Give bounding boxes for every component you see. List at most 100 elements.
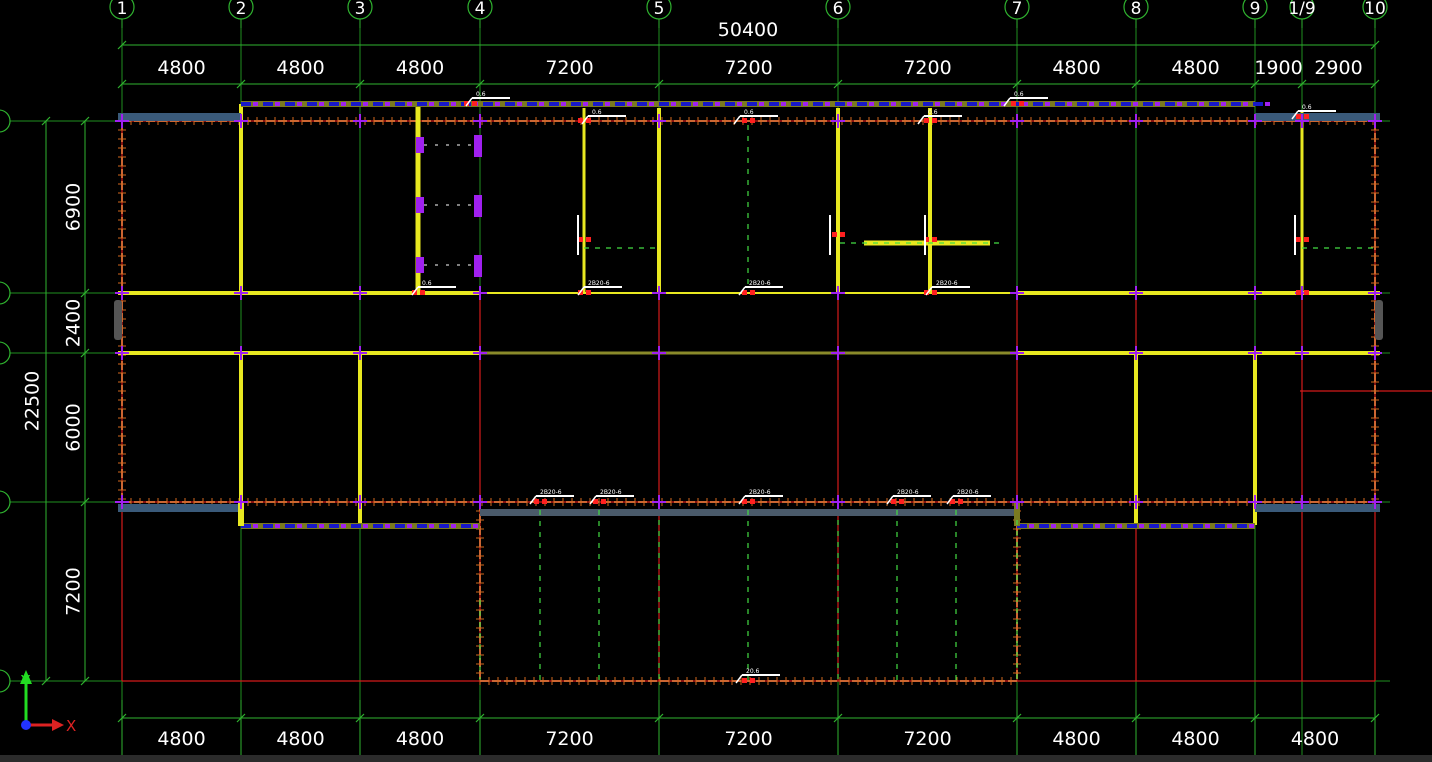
- axis-bubble-icon: 8: [1123, 0, 1149, 28]
- wall-hatch: [879, 102, 889, 106]
- axis-bubble-icon: 2: [228, 0, 254, 28]
- bottom-dim-label: 4800: [396, 728, 444, 750]
- wall-hatch: [791, 102, 801, 106]
- wall-hatch: [891, 102, 896, 106]
- wall-band-right-bottom: [1255, 504, 1380, 512]
- end-cap-right: [1375, 300, 1383, 340]
- wall-hatch: [957, 102, 962, 106]
- wall-hatch: [373, 102, 383, 106]
- red-node: [840, 232, 845, 237]
- wall-hatch: [1155, 102, 1160, 106]
- left-dim-label: 2400: [63, 299, 85, 347]
- top-dim-label: 4800: [157, 57, 205, 79]
- wall-hatch: [473, 524, 478, 528]
- axis-bubble-icon: [0, 341, 11, 365]
- wall-hatch: [1077, 102, 1087, 106]
- wall-hatch: [395, 524, 405, 528]
- wall-hatch: [571, 102, 581, 106]
- wall-hatch: [275, 102, 280, 106]
- wall-hatch: [407, 524, 412, 528]
- wall-hatch: [1193, 524, 1203, 528]
- wall-hatch: [539, 102, 544, 106]
- red-node: [1304, 237, 1309, 242]
- left-dim-label: 7200: [63, 567, 85, 615]
- wall-hatch: [1029, 524, 1034, 528]
- stair-bracket: [416, 257, 424, 273]
- red-node: [932, 237, 937, 242]
- wall-hatch: [813, 102, 823, 106]
- wall-hatch: [461, 524, 471, 528]
- wall-hatch: [1149, 524, 1159, 528]
- beam-tag-label: 20.6: [746, 668, 760, 675]
- wall-hatch: [1249, 524, 1254, 528]
- wall-hatch: [1045, 102, 1050, 106]
- wall-hatch: [319, 102, 324, 106]
- wall-hatch: [451, 102, 456, 106]
- beam-tag-label: 2B20-6: [957, 489, 979, 496]
- wall-hatch: [715, 102, 720, 106]
- wall-hatch: [737, 102, 742, 106]
- wall-hatch: [1083, 524, 1093, 528]
- wall-hatch: [285, 524, 295, 528]
- bottom-dim-label: 7200: [903, 728, 951, 750]
- wall-hatch: [1221, 102, 1226, 106]
- wall-hatch: [1177, 102, 1182, 106]
- axis-bubble-icon: 7: [1004, 0, 1030, 28]
- wall-hatch: [1243, 102, 1248, 106]
- bottom-dim-label: 7200: [545, 728, 593, 750]
- red-node: [578, 118, 583, 123]
- axis-bubble-icon: [0, 109, 11, 133]
- beam-tag-label: 2B20-6: [540, 489, 562, 496]
- red-node: [1304, 114, 1309, 119]
- axis-bubble-icon: 1/9: [1288, 0, 1316, 28]
- wall-hatch: [923, 102, 933, 106]
- red-node: [899, 499, 904, 504]
- axis-label-x: 2: [236, 0, 247, 19]
- floor-plan-canvas[interactable]: 504004800 4800 4800 7200 7200 7200 4800 4800 190…: [0, 0, 1432, 762]
- red-node: [932, 290, 937, 295]
- wall-hatch: [847, 102, 852, 106]
- red-node: [1296, 114, 1301, 119]
- wall-hatch: [945, 102, 955, 106]
- red-node: [1304, 290, 1309, 295]
- wall-hatch: [1165, 102, 1175, 106]
- wall-hatch: [1187, 102, 1197, 106]
- beam-tag-label: 2B20-6: [749, 280, 771, 287]
- wall-hatch: [1205, 524, 1210, 528]
- wall-hatch: [901, 102, 911, 106]
- wall-hatch: [1121, 102, 1131, 106]
- stair-bracket: [416, 137, 424, 153]
- wall-hatch: [363, 524, 368, 528]
- bottom-dim-label: 4800: [1171, 728, 1219, 750]
- wall-hatch: [615, 102, 625, 106]
- wall-hatch: [725, 102, 735, 106]
- stair-bracket: [474, 135, 482, 157]
- wall-hatch: [307, 102, 317, 106]
- top-dim-label: 4800: [1171, 57, 1219, 79]
- wall-hatch: [1253, 102, 1263, 106]
- axis-label-x: 10: [1364, 0, 1386, 19]
- wall-hatch: [593, 102, 603, 106]
- wall-band-left-top: [118, 113, 241, 121]
- wall-hatch: [1051, 524, 1056, 528]
- wall-hatch: [1073, 524, 1078, 528]
- top-dim-label: 4800: [276, 57, 324, 79]
- red-node: [1019, 101, 1024, 106]
- wall-hatch: [1127, 524, 1137, 528]
- wall-hatch: [275, 524, 280, 528]
- wall-hatch: [297, 102, 302, 106]
- wall-hatch: [659, 102, 669, 106]
- wall-hatch: [1227, 524, 1232, 528]
- top-dim-label: 4800: [1052, 57, 1100, 79]
- red-node: [542, 499, 547, 504]
- axis-bubble-icon: 10: [1362, 0, 1388, 28]
- dimension-layer: 50400 4800 4800 4800 7200 7200 7200 4800 4800 190…: [22, 19, 1380, 760]
- axis-bubble-icon: [0, 281, 11, 305]
- wall-hatch: [1265, 102, 1270, 106]
- wall-hatch: [935, 102, 940, 106]
- wall-hatch: [1105, 524, 1115, 528]
- red-node: [932, 118, 937, 123]
- wall-band-left-bottom: [118, 504, 241, 512]
- axis-label-x: 9: [1250, 0, 1261, 19]
- red-node: [1296, 290, 1301, 295]
